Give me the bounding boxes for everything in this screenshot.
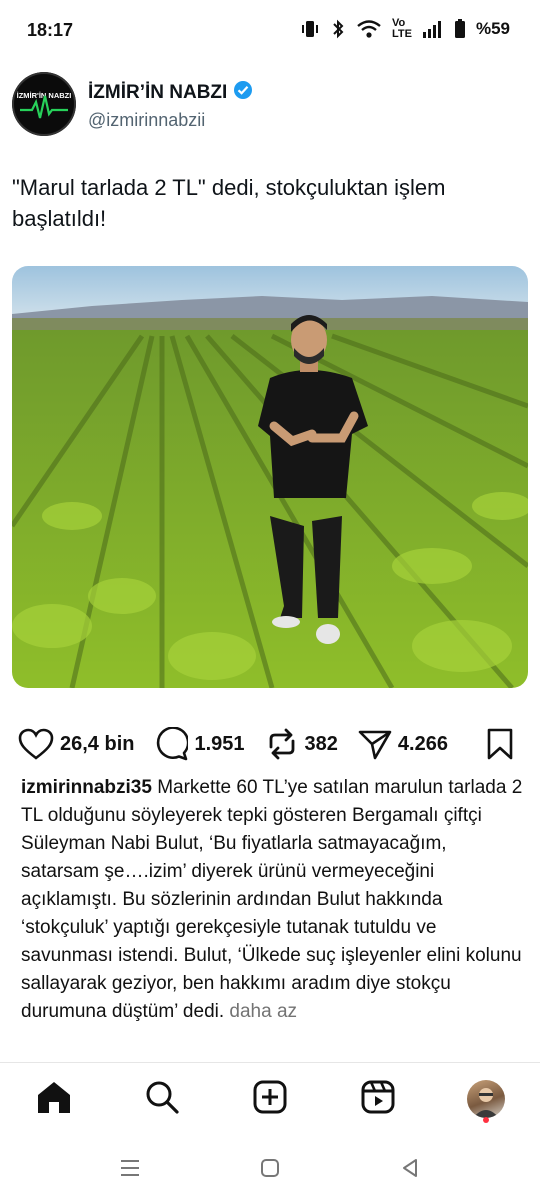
wifi-icon [356,19,382,39]
send-icon [358,728,392,760]
bookmark-button[interactable] [486,728,514,760]
repost-count: 382 [304,732,338,755]
lettuce-field-photo [12,266,528,688]
less-link[interactable]: daha az [229,1001,297,1022]
nav-profile[interactable] [456,1069,516,1129]
repost-button[interactable]: 382 [265,727,338,761]
post-caption: izmirinnabzi35 Markette 60 TL’ye satılan… [21,774,523,1026]
account-handle[interactable]: @izmirinnabzii [88,110,205,131]
bookmark-icon [486,728,514,760]
verified-badge-icon [233,80,253,106]
action-bar: 26,4 bin 1.951 382 4.266 [18,722,522,766]
nav-home[interactable] [24,1069,84,1129]
account-name[interactable]: İZMİR’İN NABZI [88,80,253,106]
caption-username[interactable]: izmirinnabzi35 [21,777,152,798]
reels-icon [361,1080,395,1119]
create-icon [253,1080,287,1119]
nav-search[interactable] [132,1069,192,1129]
comment-icon [154,727,189,761]
battery-icon [454,19,466,39]
like-button[interactable]: 26,4 bin [18,728,134,760]
volte-icon: Vo LTE [392,17,412,40]
home-icon [36,1080,72,1119]
notification-dot [483,1117,489,1123]
nav-create[interactable] [240,1069,300,1129]
share-count: 4.266 [397,732,448,755]
repost-icon [265,727,299,761]
like-count: 26,4 bin [60,732,135,755]
recents-icon[interactable] [119,1158,141,1183]
system-nav [0,1140,540,1200]
caption-body: Markette 60 TL’ye satılan marulun tarlad… [21,777,523,1022]
account-name-text[interactable]: İZMİR’İN NABZI [88,82,227,104]
bluetooth-icon [330,19,346,39]
post-image[interactable] [12,266,528,688]
post-header: İZMİR'İN NABZI İZMİR’İN NABZI @izmirinna… [12,72,528,142]
signal-icon [422,20,444,38]
nav-reels[interactable] [348,1069,408,1129]
heart-icon [18,728,54,760]
back-icon[interactable] [399,1157,421,1184]
comment-count: 1.951 [194,732,245,755]
battery-percent: %59 [475,19,510,38]
status-bar: 18:17 Vo LTE %59 [0,0,540,62]
comment-button[interactable]: 1.951 [154,727,245,761]
search-icon [145,1080,179,1119]
profile-avatar [467,1080,505,1118]
bottom-nav [0,1062,540,1135]
home-circle-icon[interactable] [259,1157,281,1184]
status-time: 18:17 [27,20,74,40]
status-icons: Vo LTE %59 [300,18,510,40]
account-avatar[interactable]: İZMİR'İN NABZI [12,72,76,136]
tweet-text: "Marul tarlada 2 TL" dedi, stokçuluktan … [12,175,446,231]
share-button[interactable]: 4.266 [358,728,448,760]
vibrate-icon [300,19,320,39]
